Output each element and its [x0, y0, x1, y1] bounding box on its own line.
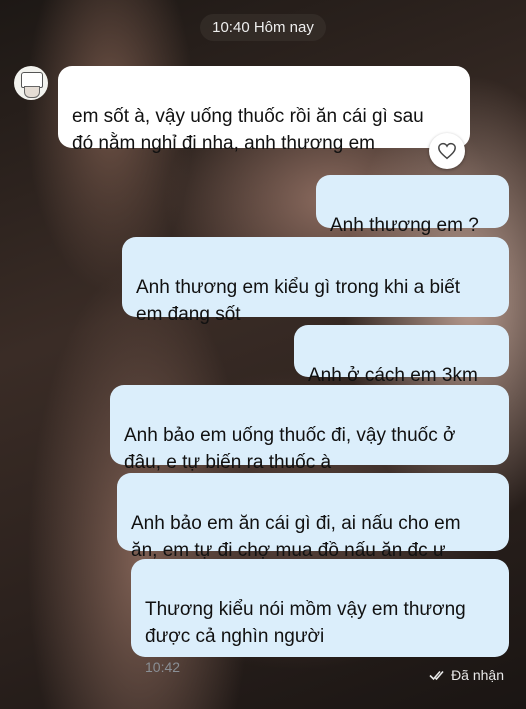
message-bubble-outgoing[interactable]: Anh ở cách em 3km: [294, 325, 509, 386]
delivery-status: Đã nhận: [429, 667, 504, 683]
avatar-face: [24, 86, 40, 98]
message-bubble-outgoing[interactable]: Anh bảo em ăn cái gì đi, ai nấu cho em ă…: [117, 473, 509, 561]
message-bubble-outgoing[interactable]: Thương kiểu nói mồm vậy em thương được c…: [131, 559, 509, 675]
date-separator-label: 10:40 Hôm nay: [200, 14, 326, 41]
message-text: em sốt à, vậy uống thuốc rồi ăn cái gì s…: [72, 106, 424, 154]
delivery-status-label: Đã nhận: [451, 667, 504, 683]
message-bubble-incoming[interactable]: em sốt à, vậy uống thuốc rồi ăn cái gì s…: [58, 66, 470, 154]
heart-icon[interactable]: [429, 133, 465, 169]
double-check-icon: [429, 670, 444, 681]
message-bubble-outgoing[interactable]: Anh bảo em uống thuốc đi, vậy thuốc ở đâ…: [110, 385, 509, 473]
message-text: Anh thương em ?: [330, 215, 479, 236]
heart-icon-glyph: [438, 142, 456, 160]
message-bubble-outgoing[interactable]: Anh thương em kiểu gì trong khi a biết e…: [122, 237, 509, 325]
date-separator: 10:40 Hôm nay: [0, 14, 526, 41]
avatar-icon[interactable]: [14, 66, 48, 100]
message-bubble-outgoing[interactable]: Anh thương em ?: [316, 175, 509, 236]
message-text: Thương kiểu nói mồm vậy em thương được c…: [145, 599, 466, 647]
message-text: Anh bảo em ăn cái gì đi, ai nấu cho em ă…: [131, 513, 461, 561]
message-text: Anh ở cách em 3km: [308, 365, 478, 386]
